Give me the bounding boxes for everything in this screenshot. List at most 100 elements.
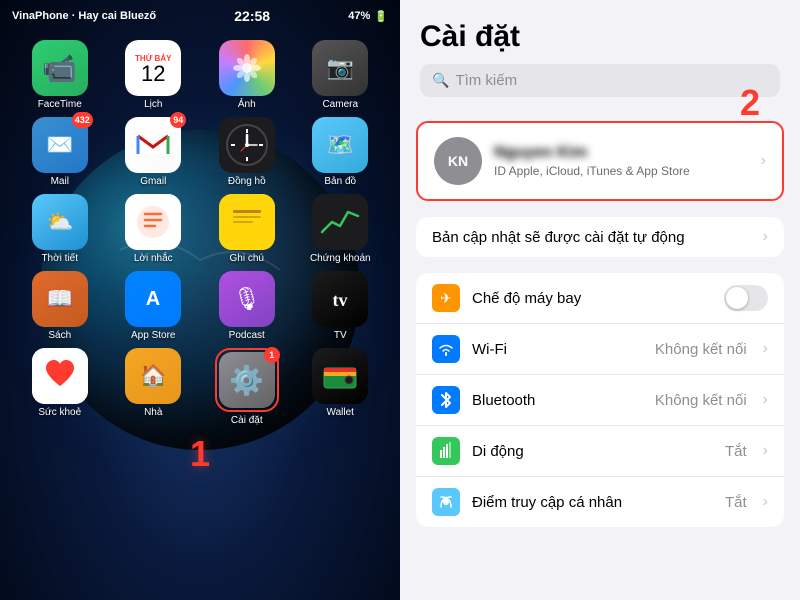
app-stocks[interactable]: Chứng khoán: [297, 194, 385, 265]
hotspot-value: Tắt: [725, 494, 747, 511]
step-1-number: 1: [0, 433, 400, 475]
battery-text: 47%: [348, 10, 370, 22]
app-health[interactable]: Sức khoẻ: [16, 348, 104, 427]
gmail-icon: 94: [125, 117, 181, 173]
badge-settings: 1: [264, 347, 280, 363]
camera-label: Camera: [322, 99, 358, 111]
home-icon: 🏠: [125, 348, 181, 404]
apple-id-chevron: ›: [761, 152, 766, 170]
app-camera[interactable]: 📷 Camera: [297, 40, 385, 111]
health-label: Sức khoẻ: [38, 407, 81, 419]
settings-row-airplane[interactable]: ✈ Chế độ máy bay: [416, 273, 784, 324]
app-settings[interactable]: 1 ⚙️ Cài đặt: [203, 348, 291, 427]
app-weather[interactable]: ⛅ Thời tiết: [16, 194, 104, 265]
reminder-icon: [125, 194, 181, 250]
app-home[interactable]: 🏠 Nhà: [110, 348, 198, 427]
airplane-toggle[interactable]: [724, 285, 768, 311]
hotspot-row-icon: [432, 488, 460, 516]
app-tv[interactable]: tv TV: [297, 271, 385, 342]
wifi-label: Wi-Fi: [472, 341, 643, 358]
gmail-label: Gmail: [140, 176, 166, 188]
step-2-number: 2: [740, 82, 760, 124]
badge-gmail: 94: [170, 112, 186, 128]
search-bar[interactable]: 🔍 Tìm kiếm: [420, 64, 780, 97]
airplane-row-icon: ✈: [432, 284, 460, 312]
notes-icon: [219, 194, 275, 250]
settings-row-bluetooth[interactable]: Bluetooth Không kết nối ›: [416, 375, 784, 426]
auto-update-label: Bản cập nhật sẽ được cài đặt tự động: [432, 229, 763, 246]
bluetooth-label: Bluetooth: [472, 392, 643, 409]
search-icon: 🔍: [432, 72, 449, 89]
app-books[interactable]: 📖 Sách: [16, 271, 104, 342]
app-mail[interactable]: 432 ✉️ Mail: [16, 117, 104, 188]
photos-label: Ảnh: [238, 99, 256, 111]
settings-row-hotspot[interactable]: Điểm truy cập cá nhân Tắt ›: [416, 477, 784, 527]
tv-label: TV: [334, 330, 347, 342]
facetime-label: FaceTime: [38, 99, 82, 111]
appstore-label: App Store: [131, 330, 175, 342]
reminder-label: Lời nhắc: [134, 253, 173, 265]
photos-icon: [219, 40, 275, 96]
app-grid: 📹 FaceTime Thứ Bảy 12 Lịch: [0, 32, 400, 435]
app-maps[interactable]: 🗺️ Bản đồ: [297, 117, 385, 188]
battery-icon: 🔋: [374, 10, 388, 23]
mail-label: Mail: [51, 176, 69, 188]
app-gmail[interactable]: 94 Gmail: [110, 117, 198, 188]
mobile-chevron: ›: [763, 442, 768, 460]
maps-icon: 🗺️: [312, 117, 368, 173]
app-wallet[interactable]: Wallet: [297, 348, 385, 427]
maps-label: Bản đồ: [324, 176, 356, 188]
settings-label: Cài đặt: [231, 415, 263, 427]
carrier-text: VinaPhone · Hay cai Bluező: [12, 10, 156, 22]
camera-icon: 📷: [312, 40, 368, 96]
stocks-icon: [312, 194, 368, 250]
settings-row-mobile[interactable]: Di động Tắt ›: [416, 426, 784, 477]
bluetooth-chevron: ›: [763, 391, 768, 409]
bluetooth-value: Không kết nối: [655, 392, 747, 409]
svg-text:tv: tv: [333, 290, 348, 310]
clock-icon: [219, 117, 275, 173]
calendar-icon: Thứ Bảy 12: [125, 40, 181, 96]
app-appstore[interactable]: A App Store: [110, 271, 198, 342]
app-calendar[interactable]: Thứ Bảy 12 Lịch: [110, 40, 198, 111]
right-panel: Cài đặt 🔍 Tìm kiếm 2 KN Nguyen Kim ID Ap…: [400, 0, 800, 600]
left-panel: VinaPhone · Hay cai Bluező 22:58 47% 🔋 📹…: [0, 0, 400, 600]
airplane-label: Chế độ máy bay: [472, 290, 712, 307]
badge-mail: 432: [72, 112, 93, 128]
auto-update-chevron: ›: [763, 228, 768, 246]
home-label: Nhà: [144, 407, 162, 419]
app-facetime[interactable]: 📹 FaceTime: [16, 40, 104, 111]
app-reminder[interactable]: Lời nhắc: [110, 194, 198, 265]
appstore-icon: A: [125, 271, 181, 327]
app-clock[interactable]: Đồng hồ: [203, 117, 291, 188]
wallet-icon: [312, 348, 368, 404]
app-notes[interactable]: Ghi chú: [203, 194, 291, 265]
clock-label: Đồng hồ: [228, 176, 266, 188]
tv-icon: tv: [312, 271, 368, 327]
apple-id-name: Nguyen Kim: [494, 144, 749, 162]
weather-icon: ⛅: [32, 194, 88, 250]
weather-label: Thời tiết: [41, 253, 78, 265]
time-display: 22:58: [234, 8, 270, 24]
search-row: 🔍 Tìm kiếm 2: [420, 64, 780, 97]
settings-highlight-border: 1 ⚙️: [215, 348, 279, 412]
mobile-label: Di động: [472, 443, 713, 460]
app-podcasts[interactable]: 🎙 Podcast: [203, 271, 291, 342]
mobile-row-icon: [432, 437, 460, 465]
app-photos[interactable]: Ảnh: [203, 40, 291, 111]
podcasts-label: Podcast: [229, 330, 265, 342]
wifi-row-icon: [432, 335, 460, 363]
calendar-label: Lịch: [144, 99, 162, 111]
apple-id-info: Nguyen Kim ID Apple, iCloud, iTunes & Ap…: [494, 144, 749, 178]
apple-id-avatar: KN: [434, 137, 482, 185]
auto-update-row[interactable]: Bản cập nhật sẽ được cài đặt tự động ›: [416, 217, 784, 257]
settings-title: Cài đặt: [420, 20, 780, 54]
hotspot-label: Điểm truy cập cá nhân: [472, 494, 713, 511]
facetime-icon: 📹: [32, 40, 88, 96]
settings-group-connectivity: ✈ Chế độ máy bay Wi-Fi Không kết nối ›: [416, 273, 784, 527]
health-icon: [32, 348, 88, 404]
toggle-knob: [726, 287, 748, 309]
status-bar: VinaPhone · Hay cai Bluező 22:58 47% 🔋: [0, 0, 400, 28]
settings-row-wifi[interactable]: Wi-Fi Không kết nối ›: [416, 324, 784, 375]
apple-id-card[interactable]: KN Nguyen Kim ID Apple, iCloud, iTunes &…: [416, 121, 784, 201]
